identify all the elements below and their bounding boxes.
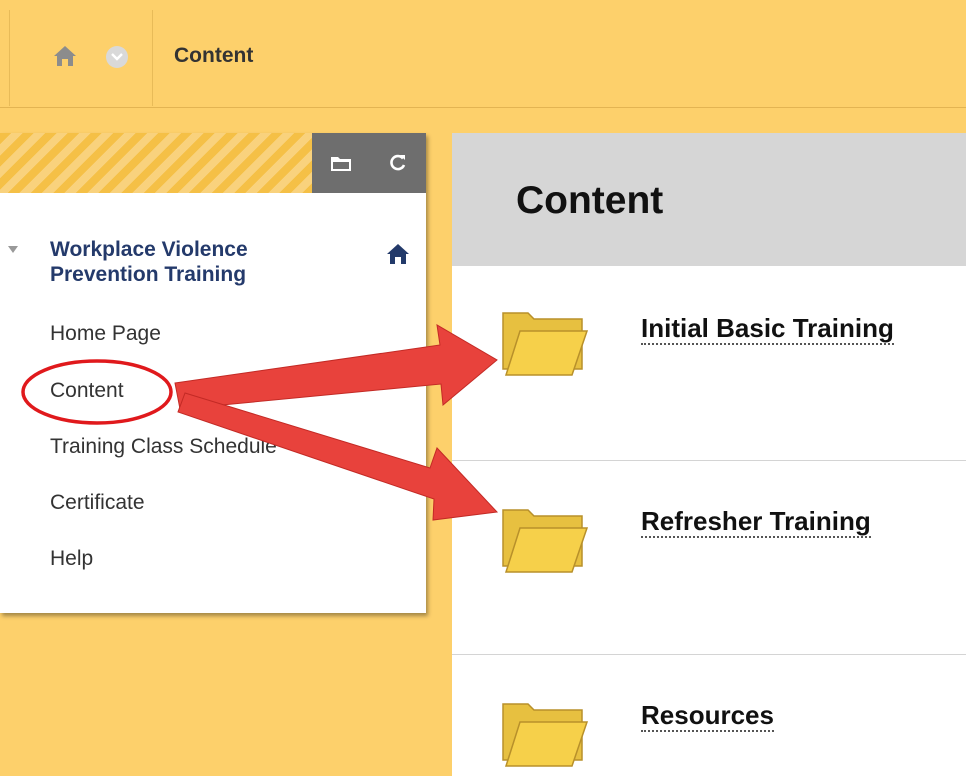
content-header: Content	[452, 133, 966, 266]
page-title: Content	[516, 179, 664, 222]
divider	[9, 10, 10, 106]
breadcrumb-current: Content	[174, 44, 254, 67]
divider	[452, 460, 966, 461]
menu-item-content[interactable]: Content	[50, 379, 124, 403]
folder-icon[interactable]	[500, 506, 590, 574]
divider	[452, 654, 966, 655]
folder-icon[interactable]	[500, 700, 590, 768]
folder-view-icon	[330, 157, 351, 171]
content-item-title[interactable]: Refresher Training	[641, 506, 871, 538]
course-menu: Workplace Violence Prevention Training H…	[0, 133, 426, 613]
refresh-button[interactable]	[369, 133, 426, 193]
content-area: Content Initial Basic Training Refresher…	[452, 133, 966, 776]
course-menu-header	[0, 133, 426, 193]
breadcrumb-menu-button[interactable]	[106, 46, 128, 68]
menu-item-home-page[interactable]: Home Page	[50, 322, 161, 346]
menu-item-certificate[interactable]: Certificate	[50, 491, 145, 515]
folder-icon[interactable]	[500, 309, 590, 377]
menu-item-training-class-schedule[interactable]: Training Class Schedule	[50, 435, 277, 459]
breadcrumb-bar: Content	[0, 0, 966, 108]
collapse-arrow-icon[interactable]	[8, 246, 18, 253]
chevron-down-icon	[111, 53, 123, 61]
menu-item-help[interactable]: Help	[50, 547, 93, 571]
content-item-title[interactable]: Resources	[641, 700, 774, 732]
divider	[152, 10, 153, 106]
home-icon[interactable]	[52, 43, 78, 69]
course-home-icon[interactable]	[386, 242, 410, 266]
content-item-title[interactable]: Initial Basic Training	[641, 313, 894, 345]
refresh-icon	[389, 154, 405, 171]
course-title[interactable]: Workplace Violence Prevention Training	[50, 237, 320, 287]
folder-view-button[interactable]	[312, 133, 370, 193]
